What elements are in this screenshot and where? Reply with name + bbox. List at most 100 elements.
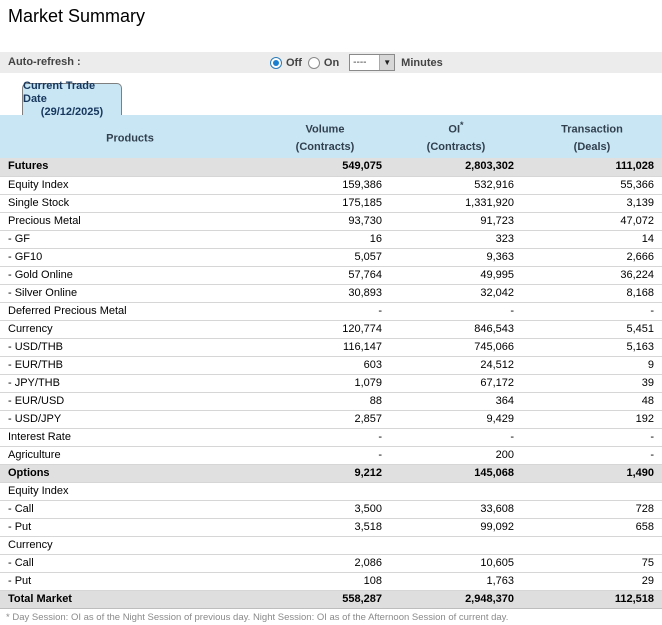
volume-cell: 88 — [260, 392, 390, 411]
volume-cell: 3,500 — [260, 500, 390, 519]
market-summary-table: Products Volume (Contracts) OI* (Contrac… — [0, 115, 662, 609]
volume-cell: 159,386 — [260, 176, 390, 195]
product-cell: - EUR/USD — [0, 392, 260, 411]
minutes-interval-select[interactable]: ---- ▼ — [349, 54, 396, 71]
volume-cell: 603 — [260, 356, 390, 375]
volume-cell: - — [260, 428, 390, 447]
product-cell: Precious Metal — [0, 212, 260, 231]
volume-cell: 120,774 — [260, 320, 390, 339]
column-header-products: Products — [0, 115, 260, 158]
table-row: - JPY/THB 1,079 67,172 39 — [0, 374, 662, 393]
column-header-volume: Volume (Contracts) — [260, 115, 390, 158]
table-row: - Gold Online 57,764 49,995 36,224 — [0, 266, 662, 285]
volume-cell: 549,075 — [260, 158, 390, 177]
transaction-cell — [522, 482, 662, 501]
tab-current-trade-date[interactable]: Current Trade Date (29/12/2025) — [22, 80, 122, 118]
transaction-cell: 728 — [522, 500, 662, 519]
product-cell: Equity Index — [0, 482, 260, 501]
product-cell: Deferred Precious Metal — [0, 302, 260, 321]
product-cell: - USD/THB — [0, 338, 260, 357]
volume-cell: 108 — [260, 572, 390, 591]
transaction-cell: 658 — [522, 518, 662, 537]
oi-cell: 846,543 — [390, 320, 522, 339]
oi-cell: 91,723 — [390, 212, 522, 231]
volume-cell: 93,730 — [260, 212, 390, 231]
volume-cell: 558,287 — [260, 590, 390, 609]
table-row: Total Market 558,287 2,948,370 112,518 — [0, 590, 662, 609]
transaction-cell: 55,366 — [522, 176, 662, 195]
radio-unchecked-icon[interactable] — [307, 56, 320, 69]
table-row: - USD/JPY 2,857 9,429 192 — [0, 410, 662, 429]
product-cell: - Put — [0, 518, 260, 537]
product-cell: - Call — [0, 500, 260, 519]
product-cell: - USD/JPY — [0, 410, 260, 429]
transaction-cell: 47,072 — [522, 212, 662, 231]
table-row: - Put 3,518 99,092 658 — [0, 518, 662, 537]
volume-cell: 5,057 — [260, 248, 390, 267]
oi-cell: 32,042 — [390, 284, 522, 303]
auto-refresh-off-option[interactable]: Off — [270, 56, 302, 69]
table-row: - GF 16 323 14 — [0, 230, 662, 249]
volume-cell: 116,147 — [260, 338, 390, 357]
transaction-cell: - — [522, 428, 662, 447]
product-cell: - Put — [0, 572, 260, 591]
table-row: Equity Index 159,386 532,916 55,366 — [0, 176, 662, 195]
auto-refresh-bar: Auto-refresh : Off On ---- ▼ Minutes — [0, 52, 662, 73]
oi-cell — [390, 482, 522, 501]
table-row: Equity Index — [0, 482, 662, 501]
volume-cell: - — [260, 446, 390, 465]
auto-refresh-off-label: Off — [286, 56, 302, 69]
volume-cell: - — [260, 302, 390, 321]
table-row: - GF10 5,057 9,363 2,666 — [0, 248, 662, 267]
table-row: Options 9,212 145,068 1,490 — [0, 464, 662, 483]
transaction-cell — [522, 536, 662, 555]
table-row: - EUR/USD 88 364 48 — [0, 392, 662, 411]
table-row: Agriculture -200- — [0, 446, 662, 465]
transaction-cell: 111,028 — [522, 158, 662, 177]
transaction-cell: 48 — [522, 392, 662, 411]
transaction-cell: 112,518 — [522, 590, 662, 609]
table-row: Futures 549,075 2,803,302 111,028 — [0, 158, 662, 177]
table-row: - Call 3,500 33,608 728 — [0, 500, 662, 519]
radio-checked-icon[interactable] — [270, 56, 282, 69]
oi-cell: 2,948,370 — [390, 590, 522, 609]
oi-cell: 9,363 — [390, 248, 522, 267]
tab-label-line1: Current Trade Date — [23, 80, 96, 105]
chevron-down-icon: ▼ — [379, 55, 395, 70]
transaction-cell: 39 — [522, 374, 662, 393]
column-header-transaction: Transaction (Deals) — [522, 115, 662, 158]
table-row: - Put 108 1,763 29 — [0, 572, 662, 591]
oi-cell: 1,763 — [390, 572, 522, 591]
auto-refresh-on-option[interactable]: On — [307, 56, 339, 69]
tab-label-line2: (29/12/2025) — [40, 106, 104, 118]
product-cell: - JPY/THB — [0, 374, 260, 393]
transaction-cell: - — [522, 446, 662, 465]
oi-cell: 9,429 — [390, 410, 522, 429]
oi-cell: 532,916 — [390, 176, 522, 195]
oi-cell: 364 — [390, 392, 522, 411]
volume-cell: 2,857 — [260, 410, 390, 429]
product-cell: Total Market — [0, 590, 260, 609]
table-row: - Call 2,086 10,605 75 — [0, 554, 662, 573]
transaction-cell: 14 — [522, 230, 662, 249]
transaction-cell: 36,224 — [522, 266, 662, 285]
product-cell: Interest Rate — [0, 428, 260, 447]
footnote: * Day Session: OI as of the Night Sessio… — [6, 612, 509, 623]
minutes-interval-value: ---- — [353, 57, 367, 68]
column-header-oi: OI* (Contracts) — [390, 115, 522, 158]
product-cell: Futures — [0, 158, 260, 177]
table-row: Deferred Precious Metal - - - — [0, 302, 662, 321]
oi-cell: 2,803,302 — [390, 158, 522, 177]
transaction-cell: 2,666 — [522, 248, 662, 267]
transaction-cell: - — [522, 302, 662, 321]
market-summary-page: Market Summary Auto-refresh : Off On ---… — [0, 0, 662, 625]
product-cell: - Call — [0, 554, 260, 573]
oi-cell: 67,172 — [390, 374, 522, 393]
volume-cell: 2,086 — [260, 554, 390, 573]
volume-cell: 3,518 — [260, 518, 390, 537]
table-row: Precious Metal 93,730 91,723 47,072 — [0, 212, 662, 231]
oi-cell — [390, 536, 522, 555]
oi-cell: - — [390, 428, 522, 447]
oi-cell: 1,331,920 — [390, 194, 522, 213]
transaction-cell: 3,139 — [522, 194, 662, 213]
